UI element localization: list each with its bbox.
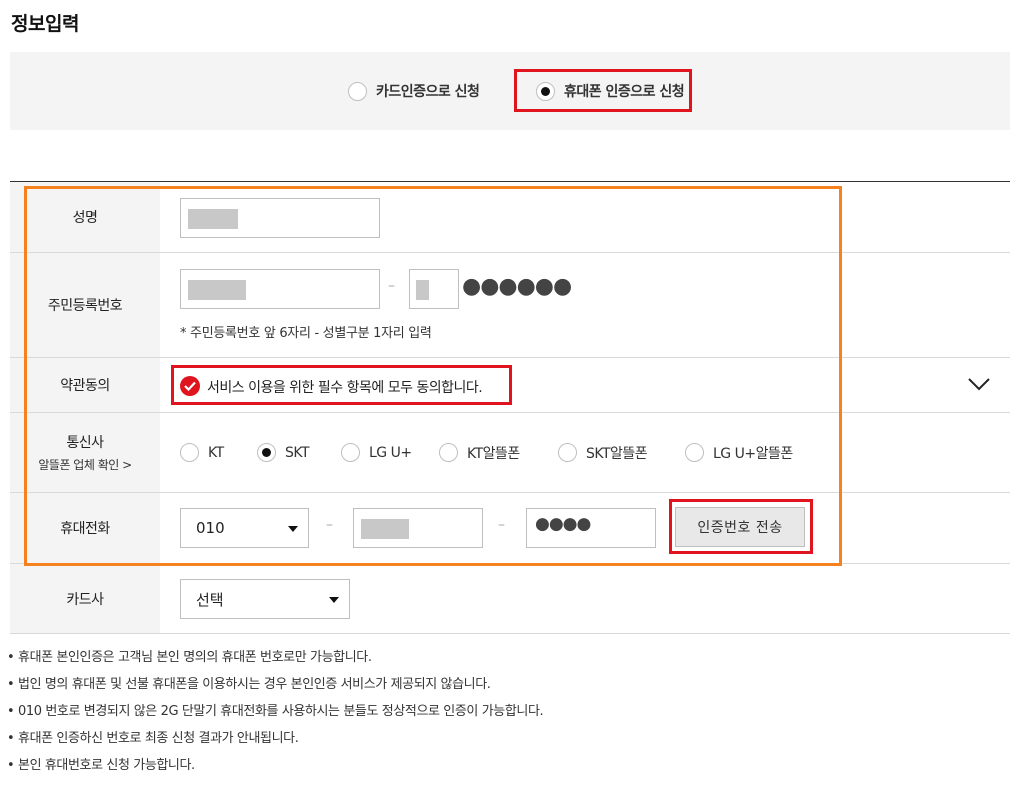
auth-card-label: 카드인증으로 신청 <box>376 84 480 100</box>
notice-item: 법인 명의 휴대폰 및 선불 휴대폰을 이용하시는 경우 본인인증 서비스가 제… <box>7 675 543 702</box>
notice-item: 휴대폰 인증하신 번호로 최종 신청 결과가 안내됩니다. <box>7 729 543 756</box>
chevron-down-icon[interactable] <box>968 378 990 391</box>
card-company-select[interactable]: 선택 <box>180 579 350 619</box>
notice-list: 휴대폰 본인인증은 고객님 본인 명의의 휴대폰 번호로만 가능합니다. 법인 … <box>7 648 544 783</box>
notice-item: 본인 휴대번호로 신청 가능합니다. <box>7 756 543 783</box>
notice-item: 휴대폰 본인인증은 고객님 본인 명의의 휴대폰 번호로만 가능합니다. <box>7 648 543 675</box>
auth-card-option[interactable]: 카드인증으로 신청 <box>348 52 480 130</box>
card-company-row: 카드사 선택 <box>10 564 1010 634</box>
radio-icon[interactable] <box>348 81 367 101</box>
info-form: 성명 주민등록번호 – ●●●●●● * 주민등록번호 앞 6자리 - 성별구분… <box>10 181 1010 634</box>
card-company-label: 카드사 <box>10 564 160 633</box>
auth-method-panel: 카드인증으로 신청 휴대폰 인증으로 신청 <box>10 52 1010 130</box>
notice-item: 010 번호로 변경되지 않은 2G 단말기 휴대전화를 사용하시는 분들도 정… <box>7 702 544 729</box>
caret-down-icon <box>329 597 339 603</box>
page-title: 정보입력 <box>11 13 79 35</box>
highlight-phone-auth <box>514 69 692 112</box>
highlight-form-area <box>24 186 842 566</box>
